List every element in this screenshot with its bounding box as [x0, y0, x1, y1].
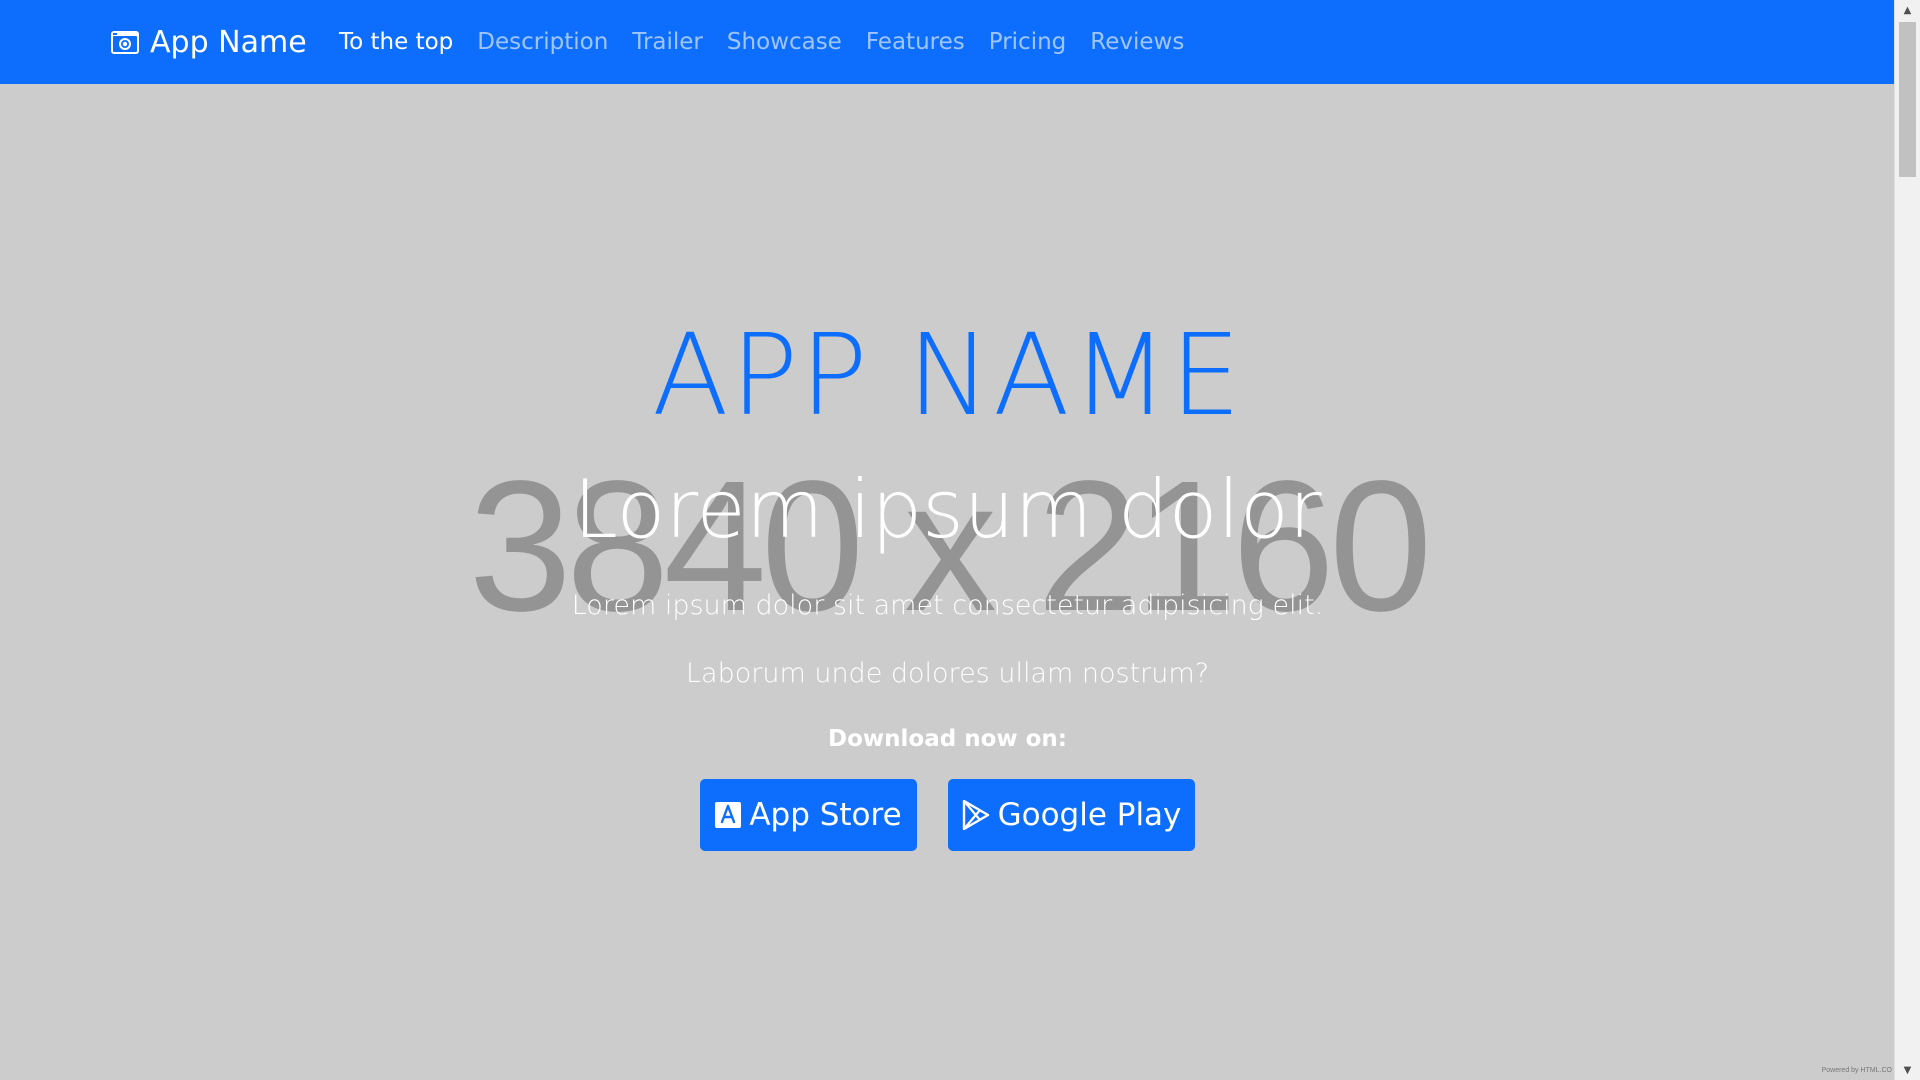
vertical-scrollbar[interactable]: ▲ ▼: [1894, 0, 1920, 1080]
camera-icon: [111, 31, 139, 54]
navbar: App Name To the top Description Trailer …: [0, 0, 1895, 84]
page: App Name To the top Description Trailer …: [0, 0, 1920, 1080]
brand-name: App Name: [150, 24, 307, 60]
scroll-down-arrow-icon[interactable]: ▼: [1895, 1060, 1920, 1080]
brand-link[interactable]: App Name: [110, 0, 307, 84]
app-store-button[interactable]: App Store: [700, 779, 917, 851]
app-store-label: App Store: [749, 797, 902, 833]
app-store-icon: [715, 802, 742, 828]
nav-link-showcase[interactable]: Showcase: [715, 29, 854, 55]
nav-link-reviews[interactable]: Reviews: [1078, 29, 1196, 55]
download-label: Download now on:: [828, 726, 1067, 752]
hero-subtitle: Lorem ipsum dolor: [573, 463, 1322, 556]
nav-link-features[interactable]: Features: [854, 29, 977, 55]
powered-by-note: Powered by HTML.CO: [1821, 1067, 1892, 1074]
google-play-button[interactable]: Google Play: [948, 779, 1195, 851]
google-play-icon: [962, 800, 989, 830]
hero-section: 3840 x 2160 APP NAME Lorem ipsum dolor L…: [0, 84, 1895, 1080]
hero-title: APP NAME: [651, 311, 1244, 441]
hero-text-line2: Laborum unde dolores ullam nostrum?: [685, 658, 1210, 689]
nav-link-top[interactable]: To the top: [327, 29, 465, 55]
nav-link-trailer[interactable]: Trailer: [620, 29, 715, 55]
hero-text-line1: Lorem ipsum dolor sit amet consectetur a…: [571, 590, 1324, 621]
nav-link-description[interactable]: Description: [465, 29, 620, 55]
nav-link-pricing[interactable]: Pricing: [977, 29, 1079, 55]
scrollbar-thumb[interactable]: [1899, 22, 1916, 177]
scroll-up-arrow-icon[interactable]: ▲: [1895, 0, 1920, 20]
google-play-label: Google Play: [997, 797, 1182, 833]
nav-links: To the top Description Trailer Showcase …: [327, 0, 1196, 84]
